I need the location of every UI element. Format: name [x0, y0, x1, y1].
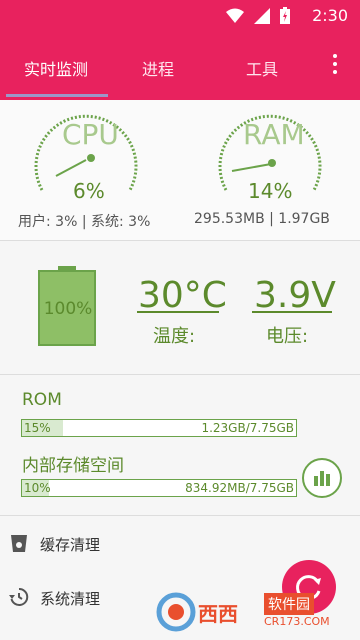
- tab-indicator: [6, 94, 108, 97]
- signal-icon: [254, 7, 270, 24]
- tab-realtime[interactable]: 实时监测: [24, 56, 88, 80]
- gauge-panel: CPU 6% 用户: 3% | 系统: 3% RAM 14% 295.53MB …: [0, 100, 360, 240]
- ram-label: RAM: [243, 118, 305, 151]
- internal-storage-title: 内部存储空间: [22, 456, 124, 476]
- cpu-value: 6%: [73, 179, 105, 203]
- cpu-label: CPU: [62, 118, 119, 151]
- tab-process[interactable]: 进程: [142, 56, 174, 80]
- watermark-brand: 西西: [198, 602, 238, 626]
- watermark-logo: [156, 592, 196, 632]
- watermark: 西西 软件园 CR173.COM: [154, 588, 360, 636]
- tab-tools[interactable]: 工具: [246, 56, 278, 80]
- rom-size: 1.23GB/7.75GB: [201, 421, 294, 435]
- status-time: 2:30: [312, 6, 348, 25]
- battery-level: 100%: [43, 299, 93, 319]
- rom-percent: 15%: [24, 421, 51, 435]
- battery-charging-icon: [280, 7, 290, 24]
- voltage-label: 电压:: [266, 326, 309, 347]
- voltage-underline: [252, 311, 332, 313]
- list-item-label: 系统清理: [40, 590, 101, 608]
- temperature-value: 30°C: [138, 275, 227, 316]
- cpu-detail: 用户: 3% | 系统: 3%: [18, 214, 151, 230]
- watermark-site: 软件园: [264, 593, 314, 615]
- storage-chart-button[interactable]: [302, 458, 342, 498]
- divider: [0, 515, 360, 516]
- wifi-icon: [226, 8, 244, 23]
- history-icon: [9, 587, 29, 606]
- bar-chart-icon: [314, 471, 330, 486]
- trash-icon: [11, 535, 27, 552]
- voltage-value: 3.9V: [254, 275, 336, 316]
- status-bar: 2:30: [0, 0, 360, 32]
- rom-title: ROM: [22, 390, 62, 410]
- status-icons: [226, 7, 290, 24]
- temperature-underline: [137, 311, 219, 313]
- ram-gauge-needle: [231, 163, 272, 172]
- app-bar: 实时监测 进程 工具: [0, 32, 360, 100]
- ram-detail: 295.53MB | 1.97GB: [194, 211, 330, 227]
- internal-size: 834.92MB/7.75GB: [185, 481, 294, 495]
- ram-value: 14%: [248, 179, 293, 203]
- rom-progress-bar: 15% 1.23GB/7.75GB: [21, 419, 297, 437]
- more-menu-icon[interactable]: [330, 54, 340, 78]
- internal-percent: 10%: [24, 481, 51, 495]
- temperature-label: 温度:: [153, 326, 196, 347]
- watermark-url: CR173.COM: [264, 615, 330, 628]
- divider: [0, 374, 360, 375]
- list-item-label: 缓存清理: [40, 536, 101, 554]
- internal-progress-bar: 10% 834.92MB/7.75GB: [21, 479, 297, 497]
- cpu-gauge-needle: [55, 159, 87, 177]
